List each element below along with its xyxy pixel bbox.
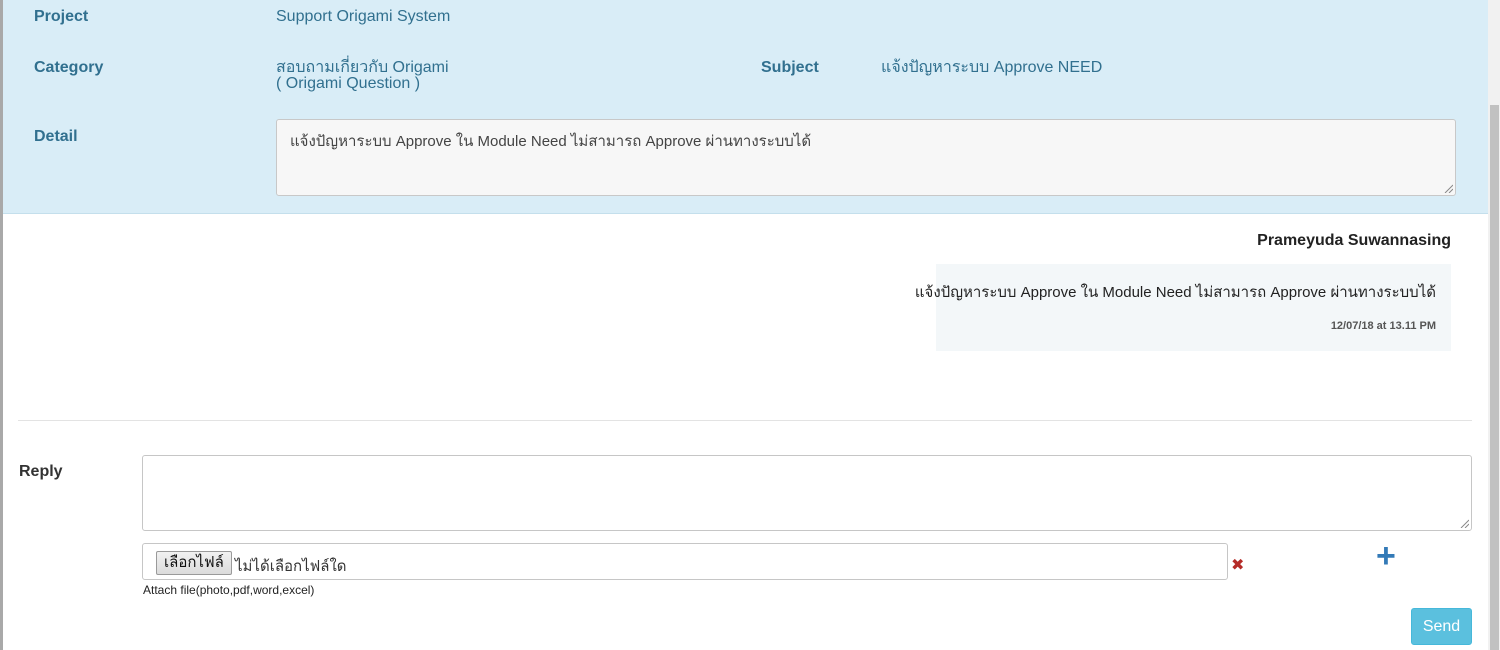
subject-label: Subject [761,59,819,76]
reply-textarea[interactable] [142,455,1472,531]
message-timestamp: 12/07/18 at 13.11 PM [1330,320,1436,332]
attach-hint: Attach file(photo,pdf,word,excel) [143,583,315,597]
choose-file-button[interactable]: เลือกไฟล์ [156,551,232,575]
resize-grip-icon[interactable] [1460,519,1469,528]
message-author: Prameyuda Suwannasing [1257,232,1451,249]
file-input[interactable]: เลือกไฟล์ ไม่ได้เลือกไฟล์ใด [142,543,1228,580]
category-value-line2: ( Origami Question ) [276,75,421,92]
detail-textarea[interactable]: แจ้งปัญหาระบบ Approve ใน Module Need ไม่… [276,119,1456,196]
category-label: Category [34,59,104,76]
detail-label: Detail [34,128,78,145]
reply-label: Reply [19,463,63,480]
ticket-info-panel: Project Support Origami System Category … [3,0,1488,214]
category-value: สอบถามเกี่ยวกับ Origami ( Origami Questi… [276,60,449,92]
project-value: Support Origami System [276,8,451,25]
project-label: Project [34,8,89,25]
plus-icon[interactable]: + [1376,539,1396,573]
file-status: ไม่ได้เลือกไฟล์ใด [235,558,347,575]
detail-text: แจ้งปัญหาระบบ Approve ใน Module Need ไม่… [290,133,812,150]
section-divider [18,420,1472,421]
resize-grip-icon[interactable] [1444,184,1453,193]
subject-value: แจ้งปัญหาระบบ Approve NEED [881,59,1103,76]
category-value-line1: สอบถามเกี่ยวกับ Origami [276,59,449,76]
scrollbar-thumb[interactable] [1490,105,1499,650]
message-text: แจ้งปัญหาระบบ Approve ใน Module Need ไม่… [914,284,1436,301]
message-bubble: แจ้งปัญหาระบบ Approve ใน Module Need ไม่… [915,264,1451,351]
close-icon[interactable]: ✖ [1231,555,1244,575]
send-button[interactable]: Send [1411,608,1472,645]
